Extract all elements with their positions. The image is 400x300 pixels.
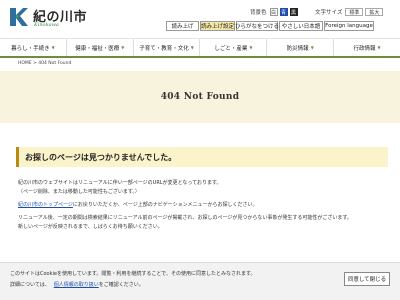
chevron-down-icon: ▼ [190,45,194,50]
font-size-standard-button[interactable]: 標準 [345,8,364,16]
nav-item-disaster[interactable]: 防災情報 ▼ [266,39,333,56]
privacy-policy-link[interactable]: 個人情報の取り扱い [54,282,99,288]
nav-item-admin[interactable]: 行政情報 ▼ [333,39,400,56]
bg-color-label: 背景色 [250,10,267,16]
bg-white-button[interactable]: 白 [269,8,278,16]
background-color-switcher: 背景色 白 青 黒 [250,7,300,17]
site-logo[interactable]: 紀の川市 Kinokawa [6,5,87,29]
nav-label: 行政情報 [353,45,376,52]
bg-blue-button[interactable]: 青 [279,8,288,16]
chevron-down-icon: ▼ [121,45,125,50]
not-found-message-box: お探しのページは見つかりませんでした。 [16,147,388,167]
nav-label: 子育て・教育・文化 [139,45,189,52]
read-aloud-settings-button[interactable]: 読み上げ設定 [200,21,235,31]
body-text-line: リニューアル後、一定の期間は検索結果にリニューアル前のページが掲載され、お探しの… [18,215,352,221]
bg-black-button[interactable]: 黒 [289,8,298,16]
chevron-down-icon: ▼ [51,45,55,50]
body-text-line: 新しいページが反映されるまで、しばらくお待ち願いください。 [18,224,163,230]
logo-subtitle: Kinokawa [34,22,59,28]
cookie-text: 詳細については、 個人情報の取り扱いをご確認ください。 [10,281,144,288]
easy-japanese-button[interactable]: やさしい日本語 [279,21,323,31]
furigana-button[interactable]: ひらがなをつける [235,21,279,31]
city-emblem-icon [10,8,28,26]
cookie-text-segment: 詳細については、 [10,282,50,288]
chevron-down-icon: ▼ [249,45,253,50]
breadcrumb: HOME > 404 Not Found [18,61,72,66]
global-nav: 暮らし・手続き ▼ 健康・福祉・医療 ▼ 子育て・教育・文化 ▼ しごと・産業 ▼ 防災… [0,38,400,58]
nav-item-health[interactable]: 健康・福祉・医療 ▼ [65,39,133,56]
nav-label: しごと・産業 [214,45,248,52]
read-aloud-button[interactable]: 読み上げ [166,21,199,31]
font-size-label: 文字サイズ [315,10,343,16]
cookie-banner: このサイトはCookieを使用しています。閲覧・利用を継続することで、その使用に… [0,262,400,300]
body-text-line: 紀の川市のウェブサイトはリニューアルに伴い一部ページのURLが変更となっておりま… [18,180,222,186]
site-header: 紀の川市 Kinokawa 背景色 白 青 黒 文字サイズ 標準 拡大 読み上げ… [0,0,400,36]
chevron-down-icon: ▼ [377,45,381,50]
chevron-down-icon: ▼ [310,45,314,50]
font-size-large-button[interactable]: 拡大 [365,8,384,16]
nav-item-life[interactable]: 暮らし・手続き ▼ [0,39,66,56]
page-title-band: 404 Not Found [0,71,400,123]
nav-item-work[interactable]: しごと・産業 ▼ [199,39,266,56]
top-page-link[interactable]: 紀の川市のトップページ [18,202,73,208]
not-found-message: お探しのページは見つかりませんでした。 [25,152,177,162]
body-text-segment: にお戻りいただくか、ページ上部のナビゲーションメニューからお探しください。 [72,202,258,208]
body-text-line: 紀の川市のトップページにお戻りいただくか、ページ上部のナビゲーションメニューから… [18,201,257,208]
page-title: 404 Not Found [160,92,240,102]
cookie-accept-button[interactable]: 同意して閉じる [344,272,390,286]
foreign-language-button[interactable]: Foreign language [324,21,374,31]
nav-label: 健康・福祉・医療 [75,45,120,52]
nav-label: 防災情報 [286,45,309,52]
font-size-switcher: 文字サイズ 標準 拡大 [315,7,385,17]
body-text-line: （ページ削除、または移動した可能性もございます。） [18,189,140,195]
nav-item-childcare[interactable]: 子育て・教育・文化 ▼ [132,39,200,56]
cookie-text: このサイトはCookieを使用しています。閲覧・利用を継続することで、その使用に… [10,271,256,277]
cookie-text-segment: をご確認ください。 [98,282,144,288]
utility-links: 読み上げ 読み上げ設定 ひらがなをつける やさしい日本語 Foreign lan… [166,21,374,31]
nav-label: 暮らし・手続き [11,45,50,52]
